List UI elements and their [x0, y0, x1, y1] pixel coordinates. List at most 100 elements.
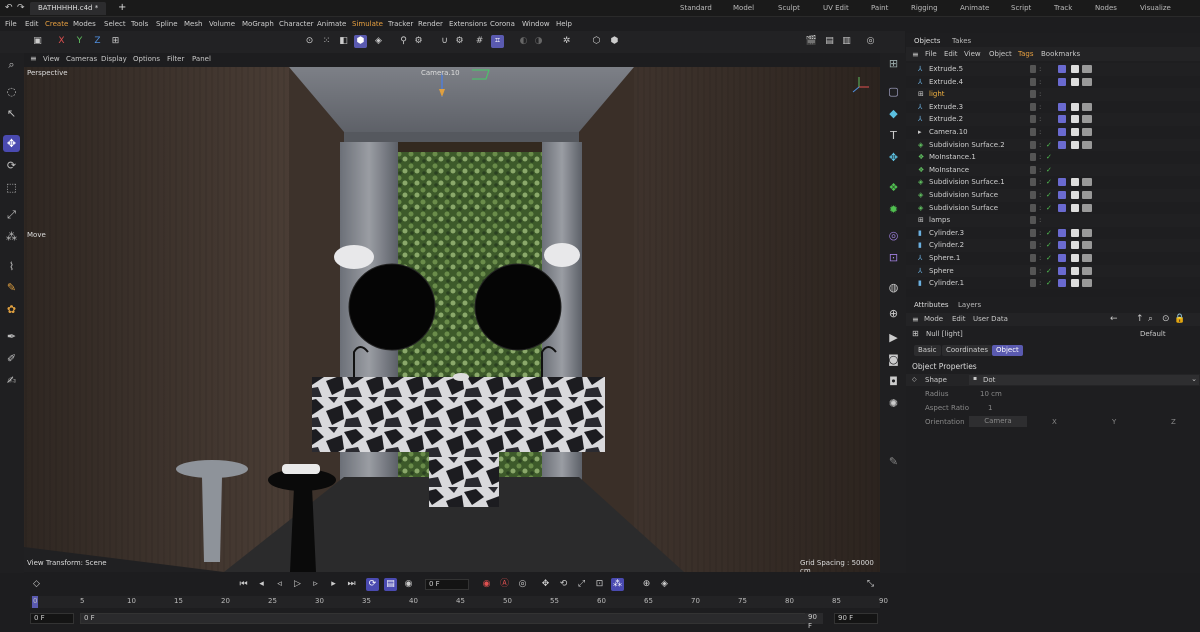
new-tab-button[interactable]: +: [118, 2, 126, 13]
auto-key-icon[interactable]: Ⓐ: [498, 578, 511, 591]
menu-render[interactable]: Render: [418, 20, 443, 28]
generator-icon[interactable]: ✥: [885, 149, 902, 166]
preview-range-icon[interactable]: ▤: [384, 578, 397, 591]
preset-dropdown[interactable]: Default: [1140, 330, 1166, 338]
loop-icon[interactable]: ⟳: [366, 578, 379, 591]
soft-selection-icon[interactable]: ✲: [560, 35, 573, 48]
objects-menu-object[interactable]: Object: [989, 50, 1012, 58]
menu-mograph[interactable]: MoGraph: [242, 20, 274, 28]
objects-menu-file[interactable]: File: [925, 50, 937, 58]
visibility-dots-icon[interactable]: :: [1039, 139, 1041, 152]
layout-tab-7[interactable]: Script: [1011, 4, 1031, 12]
file-tab[interactable]: BATHHHHH.c4d *: [30, 2, 107, 15]
points-mode-icon[interactable]: ⁙: [320, 35, 333, 48]
enabled-check-icon[interactable]: ✓: [1046, 239, 1052, 252]
layout-tab-9[interactable]: Nodes: [1095, 4, 1117, 12]
object-row[interactable]: ▸ Camera.10:: [906, 126, 1200, 139]
material-tag-icon[interactable]: [1071, 279, 1079, 288]
enabled-check-icon[interactable]: ✓: [1046, 227, 1052, 240]
null-object-button[interactable]: ▣: [31, 35, 44, 48]
menu-window[interactable]: Window: [522, 20, 550, 28]
object-row[interactable]: ▮ Cylinder.3: ✓: [906, 227, 1200, 240]
sketch-tool-icon[interactable]: ✍: [3, 372, 20, 389]
menu-mode[interactable]: Mode: [924, 315, 943, 323]
parameter-key-icon[interactable]: ⊡: [593, 578, 606, 591]
workplane-icon[interactable]: ⌗: [491, 35, 504, 48]
pen-tool-icon[interactable]: ✒: [3, 328, 20, 345]
enabled-check-icon[interactable]: ✓: [1046, 164, 1052, 177]
menu-extensions[interactable]: Extensions: [449, 20, 487, 28]
visibility-dots-icon[interactable]: :: [1039, 126, 1041, 139]
next-key-icon[interactable]: ▸: [327, 578, 340, 591]
tab-takes[interactable]: Takes: [952, 37, 971, 45]
tag-icon[interactable]: [1058, 102, 1066, 111]
material-tag-icon[interactable]: [1071, 102, 1079, 111]
object-row[interactable]: ⅄ Extrude.2:: [906, 113, 1200, 126]
material-tag-icon[interactable]: [1071, 266, 1079, 275]
layout-tab-3[interactable]: UV Edit: [823, 4, 849, 12]
layer-swatch[interactable]: [1030, 203, 1036, 212]
object-row[interactable]: ◈ Subdivision Surface.1: ✓: [906, 176, 1200, 189]
paint-tool-icon[interactable]: ✿: [3, 301, 20, 318]
timeline-settings-icon[interactable]: ◈: [658, 578, 671, 591]
camera-stage-icon[interactable]: ◘: [885, 373, 902, 390]
previous-frame-icon[interactable]: ◃: [273, 578, 286, 591]
next-frame-icon[interactable]: ▹: [309, 578, 322, 591]
menu-edit[interactable]: Edit: [25, 20, 39, 28]
enabled-check-icon[interactable]: ✓: [1046, 189, 1052, 202]
layer-swatch[interactable]: [1030, 102, 1036, 111]
layer-swatch[interactable]: [1030, 228, 1036, 237]
snap-settings-icon[interactable]: ⚙: [453, 35, 466, 48]
layer-swatch[interactable]: [1030, 140, 1036, 149]
layout-tab-5[interactable]: Rigging: [911, 4, 938, 12]
enabled-check-icon[interactable]: ✓: [1046, 277, 1052, 290]
enabled-check-icon[interactable]: ✓: [1046, 151, 1052, 164]
layout-tab-1[interactable]: Model: [733, 4, 754, 12]
objects-menu-view[interactable]: View: [964, 50, 981, 58]
material-preview-icon[interactable]: [1082, 191, 1092, 199]
menu-create[interactable]: Create: [45, 20, 68, 28]
orientation-camera-button[interactable]: Camera: [969, 416, 1027, 427]
rotation-key-icon[interactable]: ⟲: [557, 578, 570, 591]
menu-spline[interactable]: Spline: [156, 20, 178, 28]
preview-max-field[interactable]: 90 F: [805, 613, 823, 630]
layout-tab-8[interactable]: Track: [1054, 4, 1072, 12]
orientation-x-button[interactable]: X: [1052, 418, 1057, 426]
object-row[interactable]: ▮ Cylinder.2: ✓: [906, 239, 1200, 252]
object-row[interactable]: ⊞ lamps:: [906, 214, 1200, 227]
material-preview-icon[interactable]: [1082, 65, 1092, 73]
live-selection-icon[interactable]: ◌: [3, 83, 20, 100]
material-preview-icon[interactable]: [1082, 228, 1092, 237]
menu-corona[interactable]: Corona: [490, 20, 515, 28]
layout-tab-2[interactable]: Sculpt: [778, 4, 800, 12]
menu-mesh[interactable]: Mesh: [184, 20, 202, 28]
visibility-dots-icon[interactable]: :: [1039, 202, 1041, 215]
keyframe-selection-icon[interactable]: ◎: [516, 578, 529, 591]
visibility-dots-icon[interactable]: :: [1039, 76, 1041, 89]
objects-menu-tags[interactable]: Tags: [1018, 50, 1034, 58]
visibility-dots-icon[interactable]: :: [1039, 214, 1041, 227]
visibility-dots-icon[interactable]: :: [1039, 265, 1041, 278]
enabled-check-icon[interactable]: ✓: [1046, 252, 1052, 265]
viewport[interactable]: Perspective Camera.10 Move View Transfor…: [24, 67, 880, 572]
tag-icon[interactable]: [1058, 115, 1066, 124]
hamburger-icon[interactable]: ≡: [30, 54, 37, 63]
visibility-dots-icon[interactable]: :: [1039, 164, 1041, 177]
material-preview-icon[interactable]: [1082, 77, 1092, 86]
position-key-icon[interactable]: ✥: [539, 578, 552, 591]
interactive-render-icon[interactable]: ◎: [864, 35, 877, 48]
layer-swatch[interactable]: [1030, 90, 1036, 99]
go-to-end-icon[interactable]: ⏭: [345, 578, 358, 591]
object-row[interactable]: ▮ Cylinder.1: ✓: [906, 277, 1200, 290]
radius-field[interactable]: 10 cm: [980, 390, 1002, 398]
material-tag-icon[interactable]: [1071, 77, 1079, 86]
material-preview-icon[interactable]: [1082, 279, 1092, 288]
go-to-start-icon[interactable]: ⏮: [237, 578, 250, 591]
material-preview-icon[interactable]: [1082, 178, 1092, 187]
primitive-cube-icon[interactable]: ◆: [885, 105, 902, 122]
material-tag-icon[interactable]: [1071, 241, 1079, 250]
menu-user-data[interactable]: User Data: [973, 315, 1008, 323]
motion-system-icon[interactable]: ⊕: [640, 578, 653, 591]
layer-swatch[interactable]: [1030, 153, 1036, 162]
cube-icon[interactable]: ▢: [885, 83, 902, 100]
